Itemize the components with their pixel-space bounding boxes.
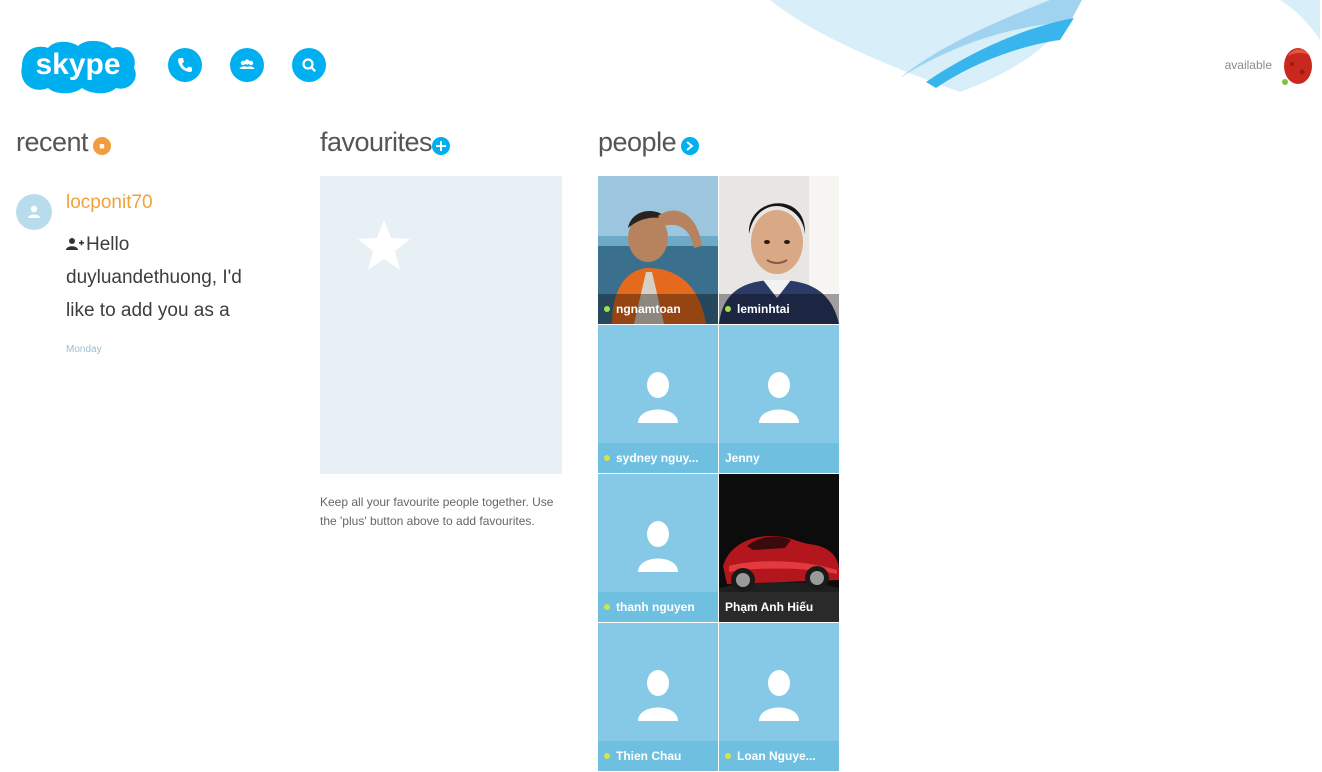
presence-dot (604, 604, 610, 610)
contact-tile-label: thanh nguyen (598, 592, 718, 622)
presence-dot (604, 753, 610, 759)
presence-dot (604, 306, 610, 312)
contact-tile-label: Thien Chau (598, 741, 718, 771)
svg-text:skype: skype (35, 48, 120, 81)
contact-name: Thien Chau (616, 749, 682, 763)
contact-name: sydney nguy... (616, 451, 699, 465)
status-label[interactable]: available (1225, 58, 1272, 72)
contact-tile-label: ngnamtoan (598, 294, 718, 324)
contact-name: thanh nguyen (616, 600, 695, 614)
recent-conversation[interactable]: locponit70 Hello duyluandethuong, I'd li… (16, 190, 266, 370)
contact-tile[interactable]: Loan Nguye... (719, 623, 839, 771)
contact-name: Loan Nguye... (737, 749, 816, 763)
presence-dot (1282, 79, 1288, 85)
call-button[interactable] (168, 48, 202, 82)
contact-tile[interactable]: Thien Chau (598, 623, 718, 771)
person-icon (759, 372, 799, 423)
person-icon (638, 372, 678, 423)
contact-name: Phạm Anh Hiếu (725, 600, 814, 614)
chevron-right-icon (686, 141, 694, 151)
star-icon (358, 220, 410, 270)
recent-message: Hello duyluandethuong, I'd like to add y… (66, 228, 256, 327)
contact-name: Jenny (725, 451, 760, 465)
sky-decoration (770, 0, 1320, 92)
person-icon (638, 670, 678, 721)
contact-tile-label: Jenny (719, 443, 839, 473)
recent-timestamp: Monday (66, 344, 102, 355)
person-icon (28, 205, 40, 218)
contacts-button[interactable] (230, 48, 264, 82)
contact-tile-label: leminhtai (719, 294, 839, 324)
favourites-placeholder (320, 176, 562, 474)
add-favourite-button[interactable] (432, 137, 450, 155)
contact-tile[interactable]: thanh nguyen (598, 474, 718, 622)
presence-dot (725, 306, 731, 312)
person-icon (759, 670, 799, 721)
favourites-title: favourites (320, 127, 433, 157)
add-contact-icon (66, 238, 84, 250)
people-title: people (598, 127, 677, 157)
search-icon (302, 58, 316, 72)
people-grid: ngnamtoan leminhtai sydney nguy... Jenny… (598, 176, 840, 772)
recent-title: recent (16, 127, 89, 157)
user-avatar[interactable] (1280, 42, 1314, 88)
plus-icon (436, 141, 446, 151)
recent-badge[interactable]: ■ (93, 137, 111, 155)
search-button[interactable] (292, 48, 326, 82)
recent-contact-name: locponit70 (66, 192, 153, 213)
person-icon (638, 521, 678, 572)
app-header: skype available (0, 0, 1322, 110)
phone-icon (178, 58, 192, 72)
contacts-icon (239, 59, 255, 69)
contact-tile-label: sydney nguy... (598, 443, 718, 473)
recent-message-text: Hello duyluandethuong, I'd like to add y… (66, 234, 242, 321)
contact-tile-label: Loan Nguye... (719, 741, 839, 771)
contact-tile[interactable]: Jenny (719, 325, 839, 473)
contact-name: ngnamtoan (616, 302, 681, 316)
contact-tile[interactable]: leminhtai (719, 176, 839, 324)
contact-tile[interactable]: Phạm Anh Hiếu (719, 474, 839, 622)
people-more-button[interactable] (681, 137, 699, 155)
favourites-hint: Keep all your favourite people together.… (320, 495, 554, 528)
contact-avatar (16, 194, 52, 230)
skype-logo: skype (21, 40, 136, 94)
contact-tile[interactable]: sydney nguy... (598, 325, 718, 473)
contact-tile[interactable]: ngnamtoan (598, 176, 718, 324)
contact-name: leminhtai (737, 302, 790, 316)
presence-dot (725, 753, 731, 759)
presence-dot (604, 455, 610, 461)
contact-tile-label: Phạm Anh Hiếu (719, 592, 839, 622)
